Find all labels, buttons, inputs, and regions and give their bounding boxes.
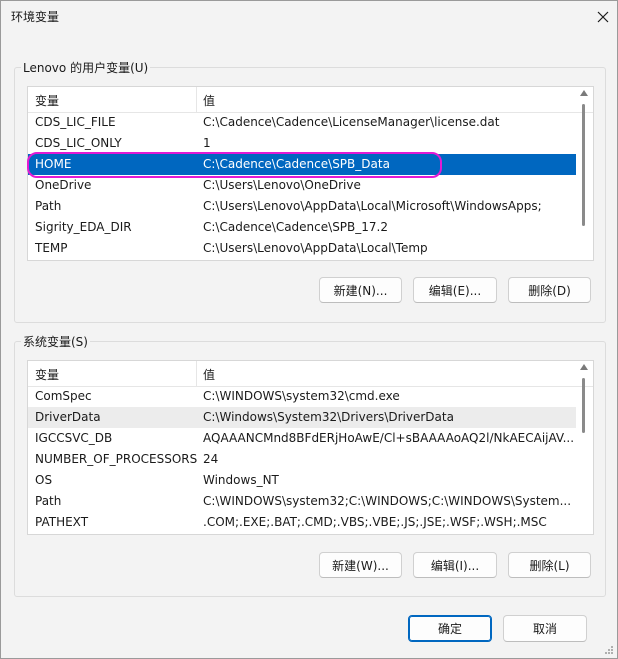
variable-value: C:\WINDOWS\system32\cmd.exe — [203, 389, 400, 403]
list-item[interactable]: Path C:\Users\Lenovo\AppData\Local\Micro… — [28, 196, 576, 217]
list-item-selected[interactable]: HOME C:\Cadence\Cadence\SPB_Data — [28, 154, 576, 175]
list-item[interactable]: Sigrity_EDA_DIR C:\Cadence\Cadence\SPB_1… — [28, 217, 576, 238]
user-variables-list[interactable]: 变量 值 CDS_LIC_FILE C:\Cadence\Cadence\Lic… — [27, 86, 594, 261]
variable-name: Path — [35, 199, 62, 213]
variable-value: C:\Cadence\Cadence\LicenseManager\licens… — [203, 115, 500, 129]
variable-name: CDS_LIC_FILE — [35, 115, 116, 129]
system-delete-button[interactable]: 删除(L) — [508, 552, 591, 578]
column-divider[interactable] — [196, 361, 197, 386]
list-item[interactable]: CDS_LIC_ONLY 1 — [28, 133, 576, 154]
user-delete-button[interactable]: 删除(D) — [508, 277, 591, 303]
list-item[interactable]: NUMBER_OF_PROCESSORS 24 — [28, 449, 576, 470]
variable-value: C:\Users\Lenovo\AppData\Local\Microsoft\… — [203, 199, 542, 213]
variable-name: PATHEXT — [35, 515, 89, 529]
variable-name: TEMP — [35, 241, 68, 255]
scroll-up-arrow-icon[interactable] — [580, 364, 588, 370]
variable-name: OS — [35, 473, 53, 487]
list-item[interactable]: Path C:\WINDOWS\system32;C:\WINDOWS;C:\W… — [28, 491, 576, 512]
variable-value: C:\Cadence\Cadence\SPB_Data — [203, 157, 390, 171]
column-header-value[interactable]: 值 — [203, 366, 215, 383]
list-header: 变量 值 — [28, 361, 593, 387]
cancel-button[interactable]: 取消 — [503, 615, 587, 642]
close-icon — [597, 11, 609, 23]
variable-value: 1 — [203, 136, 211, 150]
column-header-value[interactable]: 值 — [203, 92, 215, 109]
system-new-button[interactable]: 新建(W)... — [319, 552, 402, 578]
list-item-hovered[interactable]: DriverData C:\Windows\System32\Drivers\D… — [28, 407, 576, 428]
variable-value: .COM;.EXE;.BAT;.CMD;.VBS;.VBE;.JS;.JSE;.… — [203, 515, 547, 529]
variable-name: DriverData — [35, 410, 101, 424]
variable-value: C:\Cadence\Cadence\SPB_17.2 — [203, 220, 388, 234]
variable-name: NUMBER_OF_PROCESSORS — [35, 452, 198, 466]
user-variables-group-label: Lenovo 的用户变量(U) — [21, 59, 151, 76]
variable-name: IGCCSVC_DB — [35, 431, 113, 445]
list-item[interactable]: OneDrive C:\Users\Lenovo\OneDrive — [28, 175, 576, 196]
scrollbar-thumb[interactable] — [582, 104, 585, 226]
variable-value: C:\Users\Lenovo\AppData\Local\Temp — [203, 241, 428, 255]
list-item[interactable]: PATHEXT .COM;.EXE;.BAT;.CMD;.VBS;.VBE;.J… — [28, 512, 576, 533]
variable-name: OneDrive — [35, 178, 92, 192]
variable-value: C:\Users\Lenovo\OneDrive — [203, 178, 361, 192]
column-header-variable[interactable]: 变量 — [35, 92, 59, 109]
column-header-variable[interactable]: 变量 — [35, 366, 59, 383]
variable-name: HOME — [35, 157, 72, 171]
ok-button[interactable]: 确定 — [408, 615, 492, 642]
variable-name: Sigrity_EDA_DIR — [35, 220, 132, 234]
scrollbar-thumb[interactable] — [582, 378, 585, 433]
close-button[interactable] — [593, 7, 613, 27]
variable-name: ComSpec — [35, 389, 92, 403]
system-edit-button[interactable]: 编辑(I)... — [413, 552, 497, 578]
user-edit-button[interactable]: 编辑(E)... — [413, 277, 497, 303]
variable-name: CDS_LIC_ONLY — [35, 136, 122, 150]
user-new-button[interactable]: 新建(N)... — [319, 277, 402, 303]
system-variables-list[interactable]: 变量 值 ComSpec C:\WINDOWS\system32\cmd.exe… — [27, 360, 594, 535]
window-title: 环境变量 — [11, 10, 60, 24]
scroll-up-arrow-icon[interactable] — [580, 90, 588, 96]
environment-variables-dialog: 环境变量 Lenovo 的用户变量(U) 变量 值 CDS_LIC_FILE C… — [0, 0, 618, 659]
variable-name: Path — [35, 494, 62, 508]
list-item[interactable]: TEMP C:\Users\Lenovo\AppData\Local\Temp — [28, 238, 576, 259]
list-header: 变量 值 — [28, 87, 593, 113]
list-item[interactable]: CDS_LIC_FILE C:\Cadence\Cadence\LicenseM… — [28, 112, 576, 133]
resize-grip-icon[interactable] — [604, 645, 614, 655]
variable-value: C:\Windows\System32\Drivers\DriverData — [203, 410, 454, 424]
list-item[interactable]: OS Windows_NT — [28, 470, 576, 491]
list-item[interactable]: ComSpec C:\WINDOWS\system32\cmd.exe — [28, 386, 576, 407]
system-variables-group-label: 系统变量(S) — [21, 333, 90, 350]
variable-value: AQAAANCMnd8BFdERjHoAwE/Cl+sBAAAAoAQ2l/Nk… — [203, 431, 575, 445]
variable-value: C:\WINDOWS\system32;C:\WINDOWS;C:\WINDOW… — [203, 494, 572, 508]
variable-value: Windows_NT — [203, 473, 279, 487]
column-divider[interactable] — [196, 87, 197, 112]
variable-value: 24 — [203, 452, 219, 466]
list-item[interactable]: IGCCSVC_DB AQAAANCMnd8BFdERjHoAwE/Cl+sBA… — [28, 428, 576, 449]
